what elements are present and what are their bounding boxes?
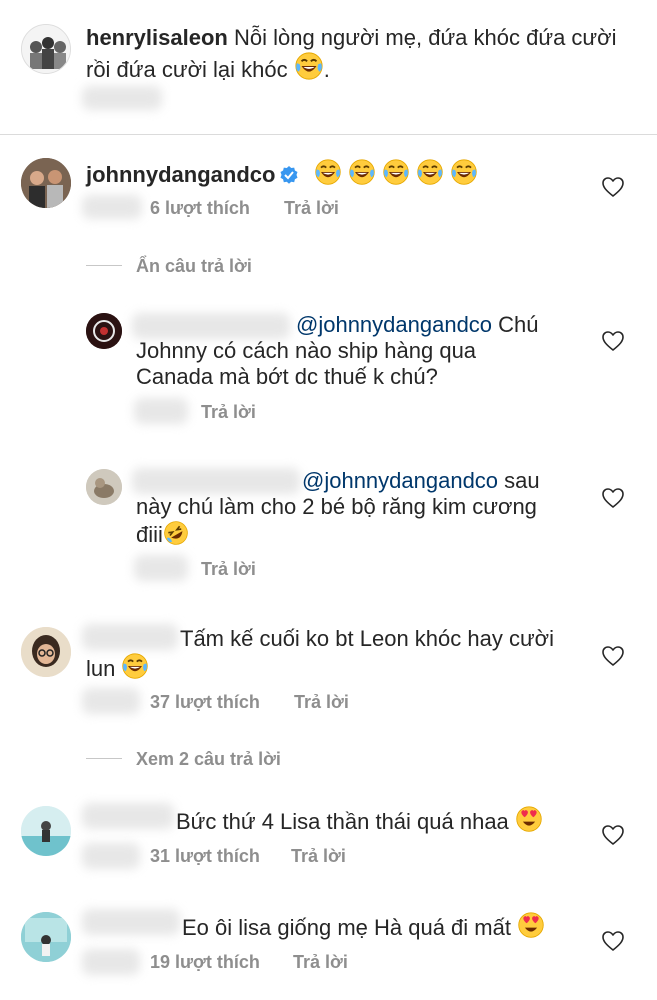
caption-line-1: Nỗi lòng người mẹ, đứa khóc đứa cười <box>233 25 617 50</box>
tears-of-joy-emoji <box>314 158 342 186</box>
view-replies-button[interactable]: Xem 2 câu trả lời <box>136 748 281 770</box>
comment-time-redacted <box>82 195 142 219</box>
comment-line-1: Bức thứ 4 Lisa thần thái quá nhaa <box>176 809 509 834</box>
like-count[interactable]: 31 lượt thích <box>150 845 260 867</box>
verified-badge-icon <box>280 166 298 184</box>
reply-line-3: Canada mà bớt dc thuế k chú? <box>136 364 438 389</box>
reply-text: @johnnydangandco Chú Johnny có cách nào … <box>136 312 586 390</box>
caption-author-avatar[interactable] <box>21 24 71 74</box>
caption-text: henrylisaleon Nỗi lòng người mẹ, đứa khó… <box>86 25 636 83</box>
caption-end: . <box>323 57 330 82</box>
reply-button[interactable]: Trả lời <box>291 845 346 867</box>
caption-username[interactable]: henrylisaleon <box>86 25 228 50</box>
commenter-avatar[interactable] <box>21 806 71 856</box>
comment-line-1: Tấm kế cuối ko bt Leon khóc hay cười <box>180 626 554 651</box>
reply-line-1: Chú <box>498 312 539 337</box>
comments-screen: henrylisaleon Nỗi lòng người mẹ, đứa khó… <box>0 0 657 1000</box>
reply-button[interactable]: Trả lời <box>293 951 348 973</box>
tears-of-joy-emoji <box>294 51 324 81</box>
heart-eyes-emoji <box>517 911 545 939</box>
reply-line-2: Johnny có cách nào ship hàng qua <box>136 338 477 363</box>
reply-time-redacted <box>134 555 188 581</box>
tears-of-joy-emoji <box>121 652 149 680</box>
mention-link[interactable]: @johnnydangandco <box>296 312 492 337</box>
reply-text: @johnnydangandco sau này chú làm cho 2 b… <box>136 468 586 548</box>
replier-avatar[interactable] <box>86 313 122 349</box>
comment-text: Bức thứ 4 Lisa thần thái quá nhaa <box>86 805 586 835</box>
heart-outline-icon[interactable] <box>601 176 625 198</box>
comment-time-redacted <box>82 688 140 714</box>
comment-line-2: lun <box>86 656 116 681</box>
comment-emojis <box>314 162 479 187</box>
commenter-avatar[interactable] <box>21 912 71 962</box>
rolling-laughing-emoji <box>163 520 189 546</box>
mention-link[interactable]: @johnnydangandco <box>302 468 498 493</box>
like-count[interactable]: 6 lượt thích <box>150 197 250 219</box>
replies-divider <box>86 758 122 759</box>
comment-time-redacted <box>82 843 140 869</box>
reply-button[interactable]: Trả lời <box>284 197 339 219</box>
heart-eyes-emoji <box>515 805 543 833</box>
like-count[interactable]: 19 lượt thích <box>150 951 260 973</box>
caption-meta-redacted <box>82 86 162 110</box>
comment-time-redacted <box>82 949 140 975</box>
comment-username[interactable]: johnnydangandco <box>86 162 275 187</box>
reply-button[interactable]: Trả lời <box>201 401 256 423</box>
tears-of-joy-emoji <box>348 158 376 186</box>
commenter-avatar[interactable] <box>21 158 71 208</box>
like-count[interactable]: 37 lượt thích <box>150 691 260 713</box>
comment-text: Eo ôi lisa giống mẹ Hà quá đi mất <box>86 911 586 941</box>
comment-text: johnnydangandco <box>86 158 586 188</box>
heart-outline-icon[interactable] <box>601 930 625 952</box>
tears-of-joy-emoji <box>416 158 444 186</box>
heart-outline-icon[interactable] <box>601 330 625 352</box>
heart-outline-icon[interactable] <box>601 645 625 667</box>
heart-outline-icon[interactable] <box>601 487 625 509</box>
replier-avatar[interactable] <box>86 469 122 505</box>
reply-button[interactable]: Trả lời <box>294 691 349 713</box>
reply-line-2: này chú làm cho 2 bé bộ răng kim cương <box>136 494 537 519</box>
reply-button[interactable]: Trả lời <box>201 558 256 580</box>
hide-replies-button[interactable]: Ẩn câu trả lời <box>136 255 252 277</box>
tears-of-joy-emoji <box>450 158 478 186</box>
reply-time-redacted <box>134 398 188 424</box>
comment-line-1: Eo ôi lisa giống mẹ Hà quá đi mất <box>182 915 511 940</box>
replies-divider <box>86 265 122 266</box>
commenter-avatar[interactable] <box>21 627 71 677</box>
comment-text: Tấm kế cuối ko bt Leon khóc hay cười lun <box>86 626 586 682</box>
heart-outline-icon[interactable] <box>601 824 625 846</box>
reply-line-3: điii <box>136 522 163 547</box>
section-divider <box>0 134 657 135</box>
reply-line-1: sau <box>504 468 540 493</box>
caption-line-2: rồi đứa cười lại khóc <box>86 57 288 82</box>
tears-of-joy-emoji <box>382 158 410 186</box>
